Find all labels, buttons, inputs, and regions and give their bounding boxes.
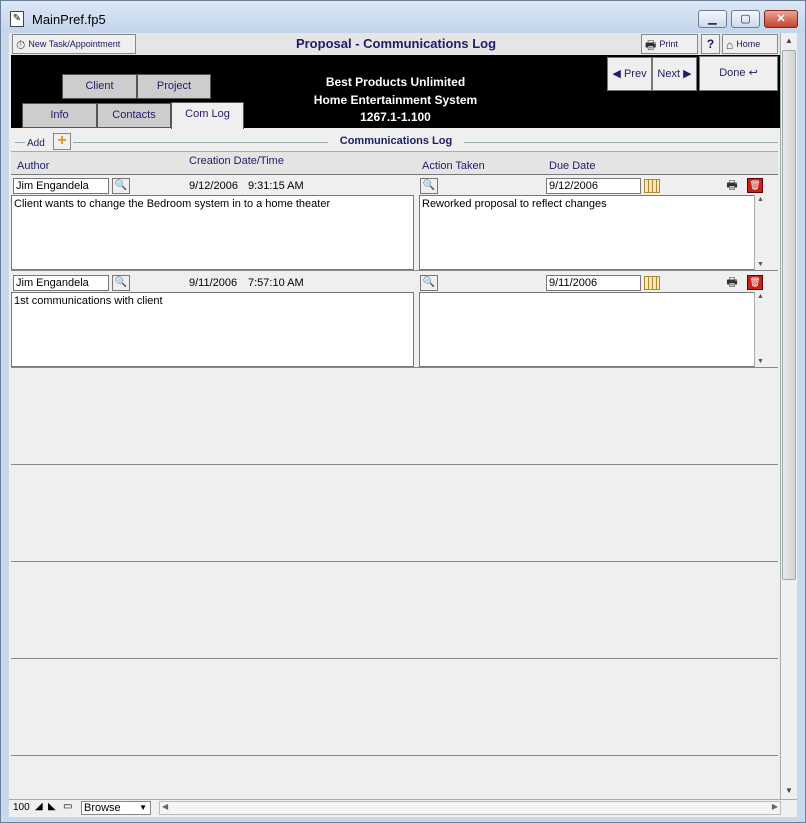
print-button[interactable]: 🖶 Print bbox=[641, 34, 698, 54]
scrollbar-thumb[interactable] bbox=[782, 50, 796, 580]
window-scrollbar[interactable]: ▲ ▼ bbox=[780, 33, 797, 799]
section-header: Add + Communications Log bbox=[11, 131, 780, 151]
action-textarea[interactable] bbox=[419, 292, 755, 367]
done-button[interactable]: Done ↩ bbox=[699, 56, 778, 91]
creation-date: 9/11/2006 bbox=[189, 277, 238, 289]
due-date-field[interactable]: 9/12/2006 bbox=[546, 178, 641, 194]
column-creation: Creation Date/Time bbox=[189, 155, 284, 167]
author-field[interactable]: Jim Engandela bbox=[13, 275, 109, 291]
column-author: Author bbox=[17, 160, 50, 172]
trash-icon[interactable]: 🗑 bbox=[747, 275, 763, 290]
app-icon: ✎ bbox=[10, 11, 24, 27]
right-arrow-icon: ▶ bbox=[683, 68, 692, 80]
magnifier-icon: 🔍 bbox=[422, 277, 436, 288]
prev-label: Prev bbox=[623, 68, 647, 80]
trash-icon[interactable]: 🗑 bbox=[747, 178, 763, 193]
home-icon: ⌂ bbox=[726, 37, 734, 52]
next-label: Next bbox=[657, 68, 681, 80]
section-title: Communications Log bbox=[339, 135, 453, 147]
scroll-up-icon[interactable]: ▲ bbox=[755, 292, 766, 302]
creation-time: 7:57:10 AM bbox=[248, 277, 304, 289]
plus-icon: + bbox=[57, 132, 67, 149]
scroll-down-icon[interactable]: ▼ bbox=[755, 260, 766, 270]
status-bar: 100 ◢ ◣ ▭ Browse ▼ ◀ ▶ bbox=[9, 799, 797, 817]
table-row: Jim Engandela 🔍 9/12/2006 9:31:15 AM 🔍 9… bbox=[11, 174, 778, 271]
scroll-down-icon[interactable]: ▼ bbox=[781, 783, 797, 799]
divider bbox=[464, 142, 778, 143]
header-toolbar: ⏱ New Task/Appointment Proposal - Communi… bbox=[11, 33, 780, 56]
divider bbox=[73, 142, 328, 143]
empty-row bbox=[11, 562, 778, 659]
return-icon: ↩ bbox=[748, 67, 758, 79]
add-label: Add bbox=[27, 138, 45, 149]
close-button[interactable]: ✕ bbox=[764, 10, 798, 28]
help-button[interactable]: ? bbox=[701, 34, 720, 54]
maximize-button[interactable]: ▢ bbox=[731, 10, 760, 28]
scroll-up-icon[interactable]: ▲ bbox=[755, 195, 766, 205]
column-action: Action Taken bbox=[422, 160, 485, 172]
home-label: Home bbox=[736, 39, 761, 49]
layout-area: ⏱ New Task/Appointment Proposal - Communi… bbox=[9, 33, 780, 799]
minimize-button[interactable]: ▁ bbox=[698, 10, 727, 28]
creation-date: 9/12/2006 bbox=[189, 180, 238, 192]
divider bbox=[15, 142, 25, 143]
magnifier-icon: 🔍 bbox=[422, 180, 436, 191]
mode-select[interactable]: Browse ▼ bbox=[81, 801, 151, 815]
home-button[interactable]: ⌂ Home bbox=[722, 34, 778, 54]
next-button[interactable]: Next ▶ bbox=[652, 57, 697, 91]
magnifier-icon: 🔍 bbox=[114, 180, 128, 191]
zoom-in-icon[interactable]: ◣ bbox=[48, 801, 56, 812]
window-title: MainPref.fp5 bbox=[32, 12, 106, 27]
add-button[interactable]: + bbox=[53, 133, 71, 150]
record-banner: Client Project Info Contacts Com Log Bes… bbox=[11, 55, 780, 129]
calendar-icon[interactable] bbox=[644, 179, 660, 193]
creation-time: 9:31:15 AM bbox=[248, 180, 304, 192]
empty-row bbox=[11, 368, 778, 465]
scroll-up-icon[interactable]: ▲ bbox=[781, 33, 797, 49]
proposal-number: 1267.1-1.100 bbox=[360, 110, 431, 124]
new-task-label: New Task/Appointment bbox=[28, 39, 121, 49]
empty-row bbox=[11, 465, 778, 562]
author-lookup-button[interactable]: 🔍 bbox=[112, 275, 130, 291]
title-bar: ✎ MainPref.fp5 ▁ ▢ ✕ bbox=[1, 1, 805, 33]
done-label: Done bbox=[719, 67, 746, 79]
scroll-right-icon[interactable]: ▶ bbox=[772, 802, 778, 811]
new-task-button[interactable]: ⏱ New Task/Appointment bbox=[12, 34, 136, 54]
action-textarea[interactable]: Reworked proposal to reflect changes bbox=[419, 195, 755, 270]
action-lookup-button[interactable]: 🔍 bbox=[420, 275, 438, 291]
app-window: ✎ MainPref.fp5 ▁ ▢ ✕ ⏱ New Task/Appointme… bbox=[0, 0, 806, 823]
print-label: Print bbox=[659, 39, 678, 49]
left-arrow-icon: ◀ bbox=[612, 68, 621, 80]
action-lookup-button[interactable]: 🔍 bbox=[420, 178, 438, 194]
scroll-left-icon[interactable]: ◀ bbox=[162, 802, 168, 811]
project-name: Home Entertainment System bbox=[313, 93, 478, 107]
horizontal-scrollbar[interactable]: ◀ ▶ bbox=[159, 801, 781, 815]
action-scrollbar[interactable]: ▲ ▼ bbox=[754, 292, 766, 367]
action-scrollbar[interactable]: ▲ ▼ bbox=[754, 195, 766, 270]
printer-icon[interactable]: 🖶 bbox=[724, 275, 740, 290]
due-date-field[interactable]: 9/11/2006 bbox=[546, 275, 641, 291]
column-headers: Author Creation Date/Time Action Taken D… bbox=[11, 151, 778, 175]
prev-button[interactable]: ◀ Prev bbox=[607, 57, 652, 91]
scroll-down-icon[interactable]: ▼ bbox=[755, 357, 766, 367]
table-row: Jim Engandela 🔍 9/11/2006 7:57:10 AM 🔍 9… bbox=[11, 271, 778, 368]
empty-row bbox=[11, 756, 778, 799]
page-title: Proposal - Communications Log bbox=[295, 36, 497, 51]
empty-row bbox=[11, 659, 778, 756]
zoom-level[interactable]: 100 bbox=[13, 802, 30, 813]
note-textarea[interactable]: Client wants to change the Bedroom syste… bbox=[11, 195, 414, 270]
clock-icon: ⏱ bbox=[16, 37, 26, 52]
status-toggle-icon[interactable]: ▭ bbox=[63, 801, 72, 812]
printer-icon[interactable]: 🖶 bbox=[724, 178, 740, 193]
note-textarea[interactable]: 1st communications with client bbox=[11, 292, 414, 367]
column-due: Due Date bbox=[549, 160, 596, 172]
author-field[interactable]: Jim Engandela bbox=[13, 178, 109, 194]
author-lookup-button[interactable]: 🔍 bbox=[112, 178, 130, 194]
chevron-down-icon: ▼ bbox=[139, 803, 147, 812]
mode-value: Browse bbox=[84, 802, 121, 814]
magnifier-icon: 🔍 bbox=[114, 277, 128, 288]
zoom-out-icon[interactable]: ◢ bbox=[35, 801, 43, 812]
printer-icon: 🖶 bbox=[645, 37, 657, 52]
calendar-icon[interactable] bbox=[644, 276, 660, 290]
